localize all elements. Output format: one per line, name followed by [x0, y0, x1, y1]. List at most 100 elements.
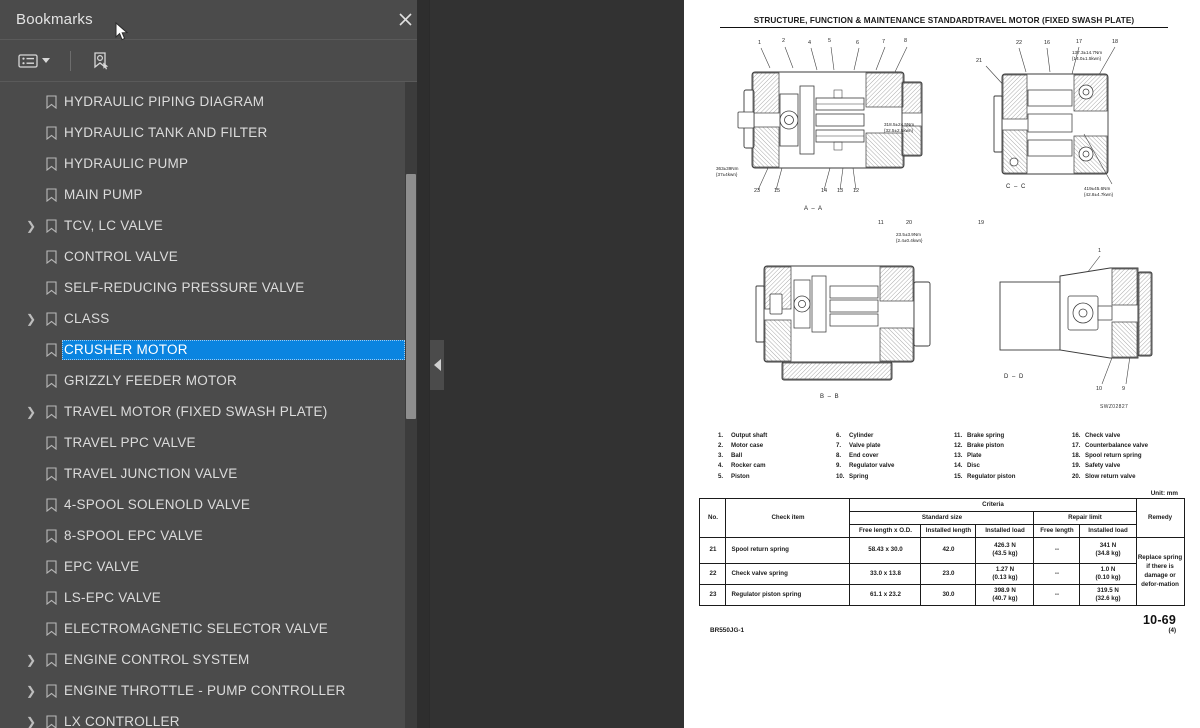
cell-repair-free-length: -- [1033, 536, 1081, 564]
callout-number: 11 [878, 220, 884, 226]
legend-item: 2. Motor case [718, 441, 830, 450]
bookmark-item[interactable]: 8-SPOOL EPC VALVE [0, 520, 429, 551]
legend-number: 11. [954, 432, 963, 439]
bookmark-item[interactable]: GRIZZLY FEEDER MOTOR [0, 365, 429, 396]
legend-number: 5. [718, 472, 724, 480]
bookmark-icon [40, 714, 62, 728]
bookmark-label: LX CONTROLLER [64, 713, 180, 728]
chevron-right-icon[interactable]: ❯ [22, 303, 40, 334]
bookmark-label: 4-SPOOL SOLENOLD VALVE [64, 496, 251, 512]
th-check-item: Check item [725, 497, 851, 538]
bookmark-label: SELF-REDUCING PRESSURE VALVE [64, 279, 305, 295]
twisty-placeholder [22, 582, 40, 613]
legend-name: Ball [731, 452, 743, 460]
sidebar-collapse-handle[interactable] [430, 340, 444, 390]
legend-name: Motor case [731, 442, 764, 450]
bookmark-item[interactable]: ❯ ENGINE CONTROL SYSTEM [0, 644, 429, 675]
legend-number: 20. [1072, 472, 1081, 480]
bookmark-item[interactable]: CONTROL VALVE [0, 241, 429, 272]
bookmark-item[interactable]: SELF-REDUCING PRESSURE VALVE [0, 272, 429, 303]
bookmark-item[interactable]: ❯ TCV, LC VALVE [0, 210, 429, 241]
page-revision: (4) [1168, 627, 1176, 635]
th-standard-size: Standard size [849, 510, 1035, 525]
th-installed-load: Installed load [975, 523, 1035, 538]
legend-number: 1. [718, 432, 724, 439]
bookmark-item[interactable]: HYDRAULIC TANK AND FILTER [0, 117, 429, 148]
chevron-right-icon[interactable]: ❯ [22, 396, 40, 427]
torque-note: 419±45.6Nm {42.8±4.7kwn} [1084, 186, 1113, 197]
cell-installed-length: 42.0 [920, 536, 977, 564]
twisty-placeholder [22, 272, 40, 303]
chevron-right-icon[interactable]: ❯ [22, 675, 40, 706]
torque-note: 137.3±14.7Nm {14.0±1.5kwn} [1072, 50, 1102, 61]
legend-item: 9. Regulator valve [836, 461, 948, 470]
close-icon[interactable] [393, 8, 417, 32]
bookmark-item[interactable]: CRUSHER MOTOR [0, 334, 429, 365]
callout-number: 12 [853, 188, 860, 194]
legend-item: 19. Safety valve [1072, 461, 1184, 470]
th-installed-length: Installed length [920, 523, 977, 538]
cell-free-length-od: 61.1 x 23.2 [849, 584, 922, 607]
figure-section-b-b: B – B [742, 246, 962, 426]
bookmark-item[interactable]: ❯ CLASS [0, 303, 429, 334]
bookmark-item[interactable]: EPC VALVE [0, 551, 429, 582]
bookmark-scrollbar[interactable] [405, 82, 417, 728]
bookmark-item[interactable]: HYDRAULIC PIPING DIAGRAM [0, 86, 429, 117]
chevron-right-icon[interactable]: ❯ [22, 644, 40, 675]
list-options-icon[interactable] [14, 50, 54, 72]
bookmark-icon [40, 621, 62, 636]
legend-name: Safety valve [1085, 462, 1121, 470]
document-viewer: STRUCTURE, FUNCTION & MAINTENANCE STANDA… [444, 0, 1200, 728]
legend-item: 18. Spool return spring [1072, 451, 1184, 460]
legend-name: Slow return valve [1085, 472, 1136, 480]
bookmarks-toolbar [0, 40, 429, 82]
torque-note: 23.5±3.9Nm {2.4±0.4kwn} [896, 232, 923, 243]
bookmark-label: TRAVEL PPC VALVE [64, 434, 196, 450]
mouse-cursor [115, 21, 129, 42]
bookmark-item[interactable]: LS-EPC VALVE [0, 582, 429, 613]
bookmark-item[interactable]: ❯ ENGINE THROTTLE - PUMP CONTROLLER [0, 675, 429, 706]
bookmark-scrollbar-thumb[interactable] [406, 174, 416, 419]
legend-item: 20. Slow return valve [1072, 472, 1184, 481]
bookmark-label: LS-EPC VALVE [64, 589, 162, 605]
bookmark-item[interactable]: HYDRAULIC PUMP [0, 148, 429, 179]
twisty-placeholder [22, 551, 40, 582]
bookmark-item[interactable]: ❯ TRAVEL MOTOR (FIXED SWASH PLATE) [0, 396, 429, 427]
legend-number: 4. [718, 462, 724, 470]
cell-repair-installed-load: 1.0 N (0.10 kg) [1079, 562, 1137, 586]
new-bookmark-icon[interactable] [87, 48, 115, 74]
bookmark-item[interactable]: TRAVEL PPC VALVE [0, 427, 429, 458]
bookmark-label: HYDRAULIC PUMP [64, 155, 189, 171]
bookmark-icon [40, 435, 62, 450]
bookmark-label: EPC VALVE [64, 558, 140, 574]
legend-item: 8. End cover [836, 451, 948, 460]
bookmark-label: TRAVEL MOTOR (FIXED SWASH PLATE) [64, 403, 328, 419]
legend-name: Spring [849, 472, 869, 480]
torque-value: 363±39Nm [716, 166, 739, 171]
bookmark-tree[interactable]: HYDRAULIC PIPING DIAGRAM HYDRAULIC TANK … [0, 82, 429, 728]
bookmark-item[interactable]: ELECTROMAGNETIC SELECTOR VALVE [0, 613, 429, 644]
legend-item: 11. Brake spring [954, 431, 1066, 440]
bookmark-label: CONTROL VALVE [64, 248, 179, 264]
cell-no: 23 [699, 584, 727, 607]
bookmark-label: TRAVEL JUNCTION VALVE [64, 465, 238, 481]
bookmark-item[interactable]: ❯ LX CONTROLLER [0, 706, 429, 728]
legend-number: 16. [1072, 432, 1081, 439]
th-free-length: Free length [1033, 523, 1081, 538]
chevron-right-icon[interactable]: ❯ [22, 706, 40, 728]
torque-value: 23.5±3.9Nm [896, 232, 921, 237]
bookmark-item[interactable]: 4-SPOOL SOLENOLD VALVE [0, 489, 429, 520]
chevron-right-icon[interactable]: ❯ [22, 210, 40, 241]
bookmark-item[interactable]: TRAVEL JUNCTION VALVE [0, 458, 429, 489]
legend-number: 13. [954, 452, 963, 460]
legend-item: 14. Disc [954, 461, 1066, 470]
cell-no: 22 [699, 562, 727, 586]
bookmark-label: HYDRAULIC TANK AND FILTER [64, 124, 268, 140]
bookmark-icon [40, 249, 62, 264]
legend-number: 8. [836, 452, 842, 460]
callout-number: 23 [754, 188, 761, 194]
cell-installed-load: 1.27 N (0.13 kg) [975, 562, 1035, 586]
drawing-number: SWZ02827 [1100, 404, 1129, 410]
bookmark-item[interactable]: MAIN PUMP [0, 179, 429, 210]
legend-item: 1. Output shaft [718, 431, 830, 440]
